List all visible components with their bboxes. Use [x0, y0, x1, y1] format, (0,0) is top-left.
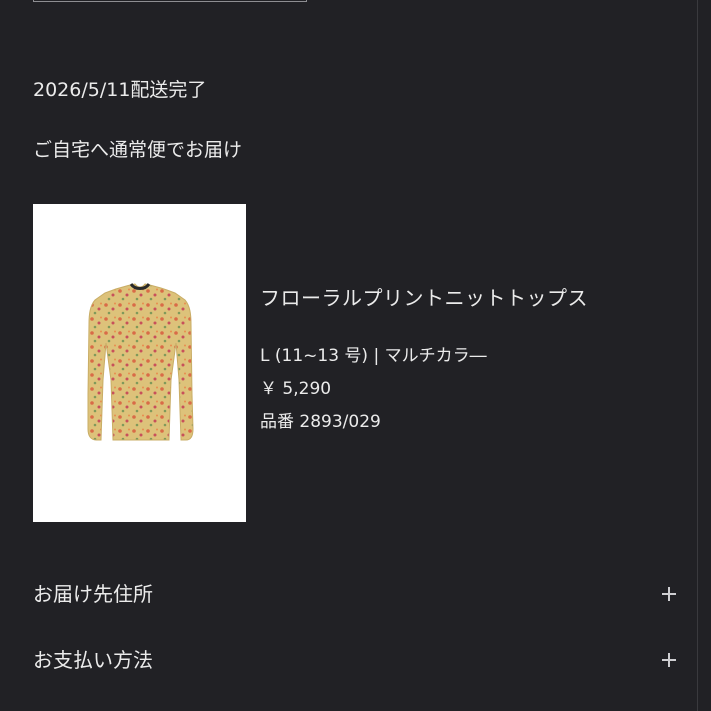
- product-name[interactable]: フローラルプリントニットトップス: [260, 288, 588, 308]
- product-variant: L (11~13 号) | マルチカラ―: [260, 346, 487, 366]
- delivery-address-label: お届け先住所: [33, 582, 153, 606]
- top-button[interactable]: [33, 0, 307, 2]
- plus-icon[interactable]: [662, 587, 676, 601]
- product-price: ￥ 5,290: [260, 379, 332, 399]
- floral-knit-top-illustration: [87, 283, 194, 441]
- scrollbar-track: [697, 0, 698, 711]
- payment-method-label: お支払い方法: [33, 648, 153, 672]
- delivery-address-accordion[interactable]: お届け先住所: [33, 574, 678, 614]
- payment-method-accordion[interactable]: お支払い方法: [33, 640, 678, 680]
- product-code: 品番 2893/029: [260, 412, 381, 432]
- plus-icon[interactable]: [662, 653, 676, 667]
- product-image[interactable]: [33, 204, 246, 522]
- delivery-method: ご自宅へ通常便でお届け: [33, 139, 243, 161]
- delivery-status: 2026/5/11配送完了: [33, 79, 207, 101]
